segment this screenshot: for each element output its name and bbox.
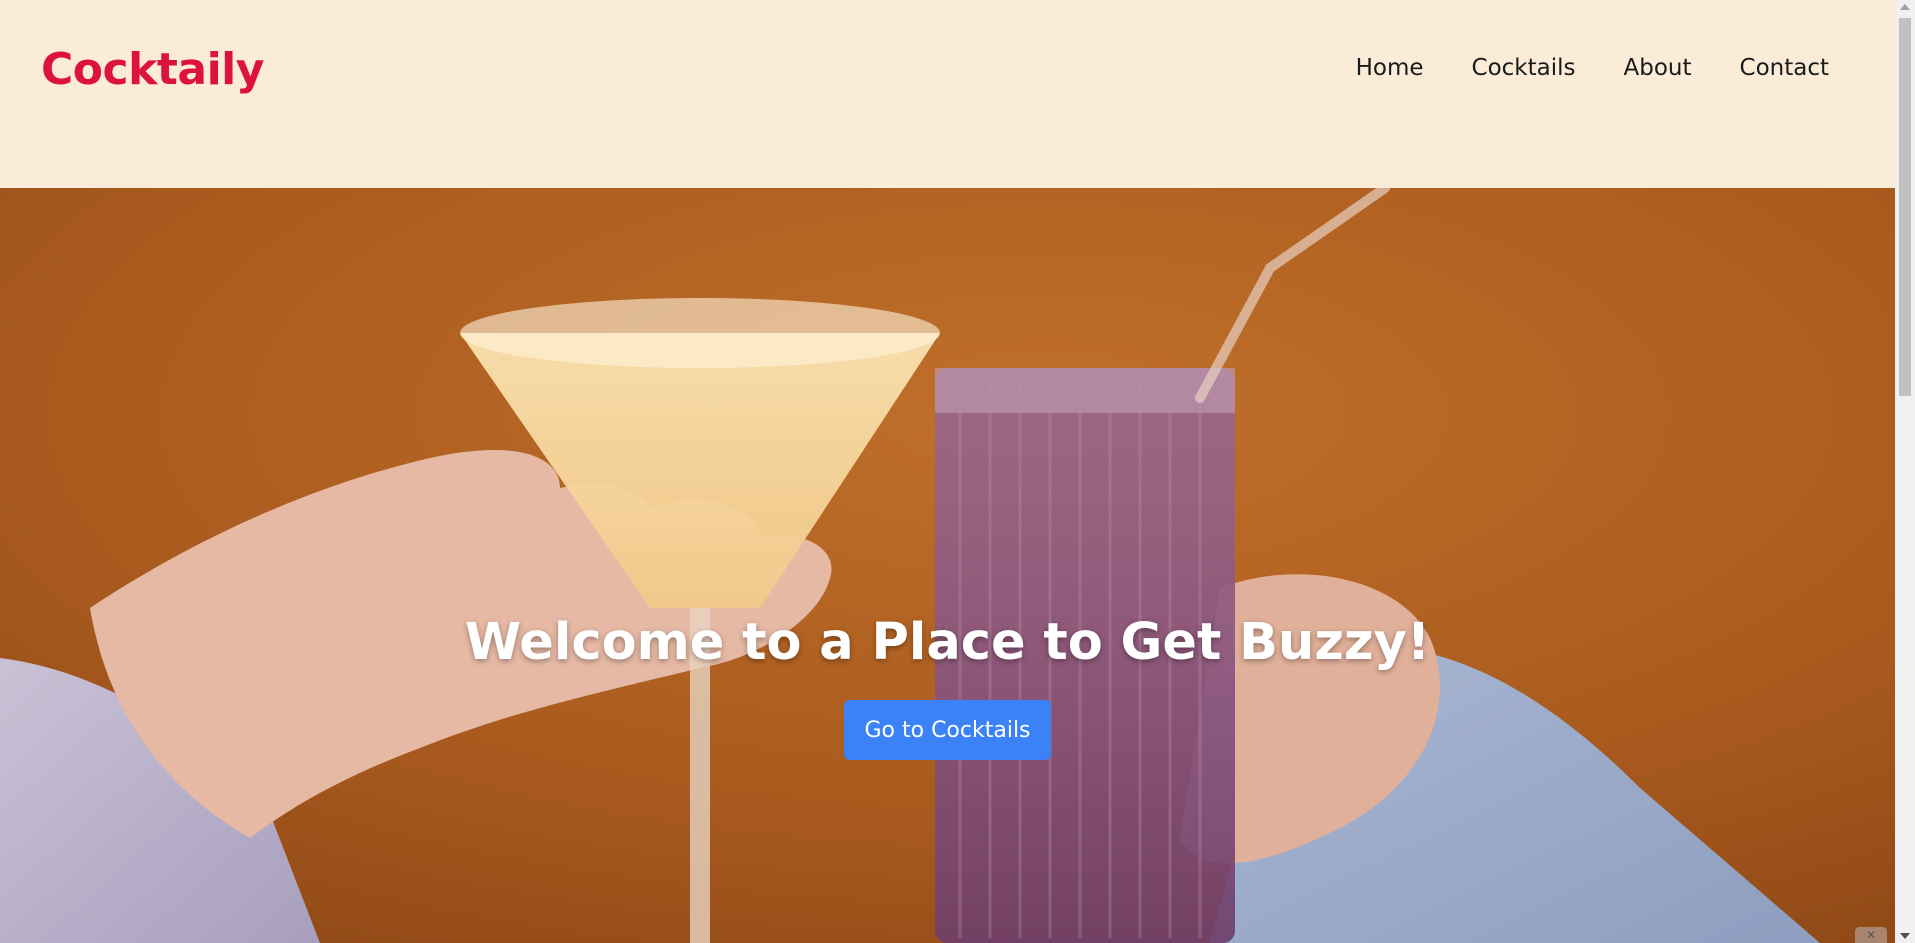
scroll-thumb[interactable] [1899,18,1911,396]
main-nav: Home Cocktails About Contact [1356,55,1829,81]
hero-section: Welcome to a Place to Get Buzzy! Go to C… [0,188,1895,943]
nav-link-about[interactable]: About [1624,55,1692,81]
page-scrollbar[interactable] [1895,0,1915,943]
brand-logo[interactable]: Cocktaily [41,44,264,95]
scroll-up-icon[interactable] [1900,4,1910,10]
nav-link-cocktails[interactable]: Cocktails [1472,55,1576,81]
go-to-cocktails-button[interactable]: Go to Cocktails [844,700,1051,760]
nav-link-home[interactable]: Home [1356,55,1424,81]
hero-background-image [0,188,1895,943]
nav-link-contact[interactable]: Contact [1740,55,1829,81]
site-header: Cocktaily Home Cocktails About Contact [0,0,1895,188]
scroll-down-icon[interactable] [1900,933,1910,939]
hero-title: Welcome to a Place to Get Buzzy! [464,613,1431,672]
page: Cocktaily Home Cocktails About Contact W… [0,0,1915,943]
corner-collapse-icon[interactable]: ✕ [1855,927,1887,943]
